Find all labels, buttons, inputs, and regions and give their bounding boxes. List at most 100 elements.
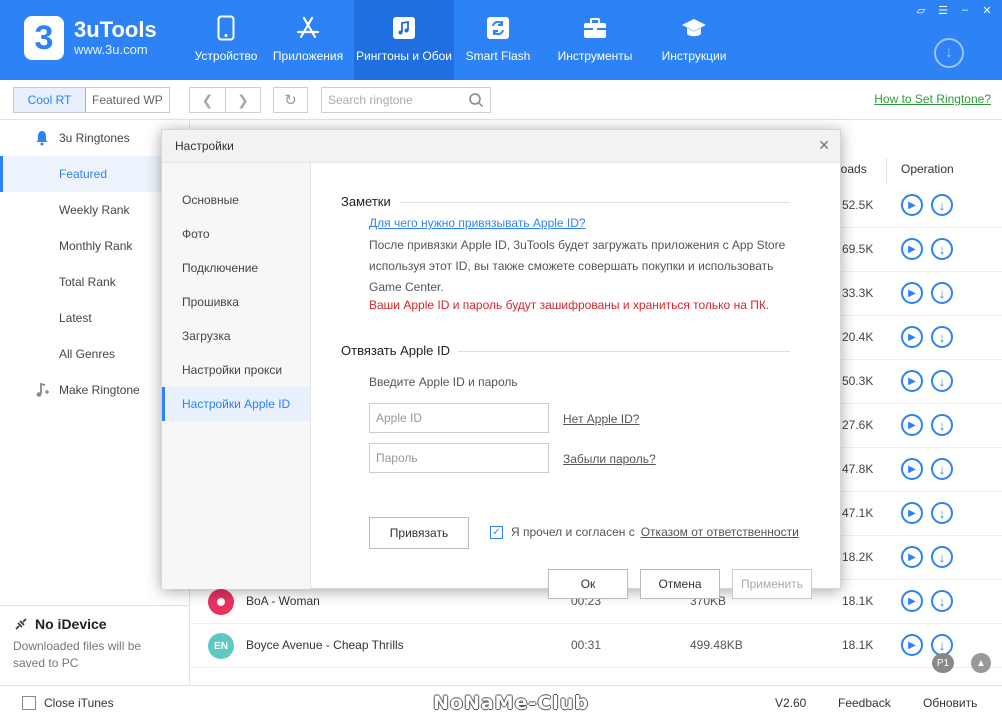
agree-text: Я прочел и согласен с [511, 525, 635, 539]
nav-ringtones[interactable]: Рингтоны и Обои [354, 0, 454, 80]
ringtone-title: BoA - Woman [246, 594, 320, 608]
play-icon[interactable]: ▶ [901, 458, 923, 480]
skin-icon[interactable]: ▱ [912, 2, 930, 18]
why-bind-apple-id-link[interactable]: Для чего нужно привязывать Apple ID? [369, 216, 586, 230]
ringtone-downloads: 18.1K [842, 594, 874, 608]
back-icon[interactable]: ❮ [190, 88, 225, 112]
section-divider [458, 351, 790, 352]
settings-nav-firmware[interactable]: Прошивка [162, 285, 310, 319]
main-nav: Устройство Приложения Рингтоны и Обои Sm… [190, 0, 740, 80]
how-to-set-ringtone-link[interactable]: How to Set Ringtone? [874, 92, 991, 106]
sidebar-item-label: Latest [59, 311, 92, 325]
scroll-top-icon[interactable]: ▲ [971, 653, 991, 673]
app-name: 3uTools [74, 17, 157, 42]
settings-nav-connection[interactable]: Подключение [162, 251, 310, 285]
ringtone-downloads: 47.8K [842, 462, 874, 476]
close-itunes-toggle[interactable]: Close iTunes [22, 696, 114, 710]
download-manager-icon[interactable]: ↓ [934, 38, 964, 68]
settings-nav-photo[interactable]: Фото [162, 217, 310, 251]
phone-icon [212, 14, 240, 42]
section-divider [400, 202, 790, 203]
ringtone-downloads: 27.6K [842, 418, 874, 432]
cancel-button[interactable]: Отмена [640, 569, 720, 599]
ringtone-downloads: 50.3K [842, 374, 874, 388]
close-itunes-label: Close iTunes [44, 696, 114, 710]
download-icon[interactable]: ↓ [931, 414, 953, 436]
play-icon[interactable]: ▶ [901, 414, 923, 436]
settings-nav-general[interactable]: Основные [162, 183, 310, 217]
play-icon[interactable]: ▶ [901, 502, 923, 524]
play-icon[interactable]: ▶ [901, 634, 923, 656]
nav-device[interactable]: Устройство [190, 0, 262, 80]
dialog-header: Настройки ✕ [162, 130, 840, 163]
close-icon[interactable]: ✕ [978, 2, 996, 18]
nav-tools[interactable]: Инструменты [542, 0, 648, 80]
download-icon[interactable]: ↓ [931, 370, 953, 392]
history-nav: ❮ ❯ [189, 87, 261, 113]
no-apple-id-link[interactable]: Нет Apple ID? [563, 412, 639, 426]
app-store-icon [294, 14, 322, 42]
play-icon[interactable]: ▶ [901, 194, 923, 216]
download-icon[interactable]: ↓ [931, 282, 953, 304]
update-button[interactable]: Обновить [923, 696, 977, 710]
play-icon[interactable]: ▶ [901, 282, 923, 304]
download-icon[interactable]: ↓ [931, 546, 953, 568]
password-input[interactable] [370, 444, 548, 472]
password-field [369, 443, 549, 473]
play-icon[interactable]: ▶ [901, 590, 923, 612]
segment-tabs: Cool RT Featured WP [13, 87, 170, 113]
search-icon[interactable] [468, 92, 484, 108]
tab-featured-wp[interactable]: Featured WP [86, 88, 169, 112]
apply-button[interactable]: Применить [732, 569, 812, 599]
play-icon[interactable]: ▶ [901, 546, 923, 568]
forgot-password-link[interactable]: Забыли пароль? [563, 452, 656, 466]
status-bar: Close iTunes NoNaMe-Club V2.60 Feedback … [0, 685, 1002, 721]
play-icon[interactable]: ▶ [901, 238, 923, 260]
refresh-icon[interactable]: ↻ [273, 87, 308, 113]
minimize-icon[interactable]: – [956, 2, 974, 18]
settings-nav: Основные Фото Подключение Прошивка Загру… [162, 163, 311, 589]
download-icon[interactable]: ↓ [931, 326, 953, 348]
table-row[interactable]: EN Boyce Avenue - Cheap Thrills 00:31 499.4… [190, 624, 1002, 668]
close-icon[interactable]: ✕ [818, 137, 830, 154]
agree-checkbox[interactable]: ✓ [490, 525, 503, 539]
settings-dialog: Настройки ✕ Основные Фото Подключение Пр… [161, 129, 842, 599]
watermark: NoNaMe-Club [433, 692, 589, 714]
download-icon[interactable]: ↓ [931, 458, 953, 480]
feedback-button[interactable]: Feedback [838, 696, 891, 710]
nav-apps-label: Приложения [272, 49, 344, 63]
download-icon[interactable]: ↓ [931, 502, 953, 524]
settings-nav-proxy[interactable]: Настройки прокси [162, 353, 310, 387]
apple-id-input[interactable] [370, 404, 548, 432]
no-idevice-title: No iDevice [35, 616, 107, 632]
forward-icon[interactable]: ❯ [225, 88, 260, 112]
download-icon[interactable]: ↓ [931, 238, 953, 260]
menu-icon[interactable]: ☰ [934, 2, 952, 18]
ringtone-downloads: 18.1K [842, 638, 874, 652]
bind-button[interactable]: Привязать [369, 517, 469, 549]
toolbox-icon [581, 14, 609, 42]
settings-nav-download[interactable]: Загрузка [162, 319, 310, 353]
nav-smart-flash[interactable]: Smart Flash [454, 0, 542, 80]
bell-icon [36, 131, 48, 146]
settings-nav-apple-id[interactable]: Настройки Apple ID [162, 387, 310, 421]
page-badge[interactable]: P1 [932, 653, 954, 673]
nav-tutorials[interactable]: Инструкции [648, 0, 740, 80]
search-input[interactable] [322, 88, 462, 112]
apple-id-settings: Заметки Для чего нужно привязывать Apple… [312, 163, 842, 599]
app-logo[interactable]: 3 3uTools www.3u.com [24, 16, 157, 60]
nav-smart-flash-label: Smart Flash [465, 49, 531, 63]
enter-credentials-label: Введите Apple ID и пароль [369, 375, 518, 389]
graduation-cap-icon [680, 14, 708, 42]
agree-checkbox-row: ✓ Я прочел и согласен с Отказом от ответ… [490, 525, 799, 539]
download-icon[interactable]: ↓ [931, 590, 953, 612]
search-box [321, 87, 491, 113]
nav-apps[interactable]: Приложения [262, 0, 354, 80]
play-icon[interactable]: ▶ [901, 370, 923, 392]
download-icon[interactable]: ↓ [931, 194, 953, 216]
ok-button[interactable]: Ок [548, 569, 628, 599]
tab-cool-rt[interactable]: Cool RT [14, 88, 86, 112]
close-itunes-checkbox[interactable] [22, 696, 36, 710]
disclaimer-link[interactable]: Отказом от ответственности [641, 525, 799, 539]
play-icon[interactable]: ▶ [901, 326, 923, 348]
